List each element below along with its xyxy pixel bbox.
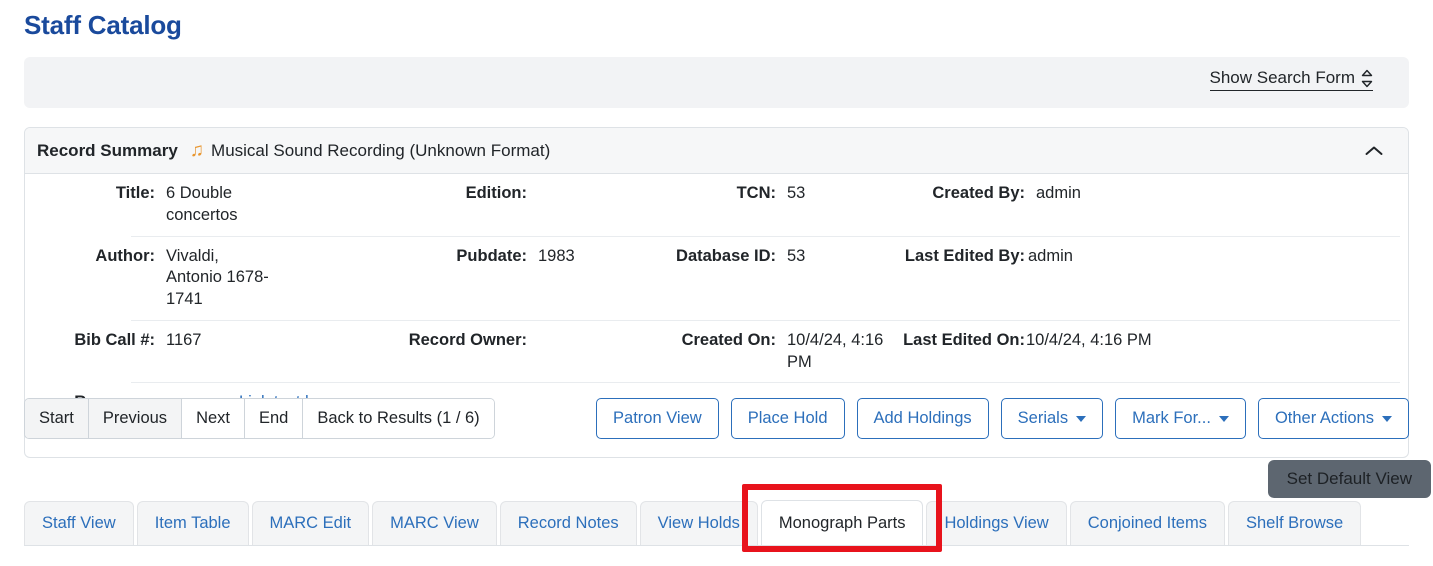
chevron-down-icon bbox=[1076, 415, 1087, 422]
patron-view-button[interactable]: Patron View bbox=[596, 398, 719, 439]
field-key-created-on: Created On: bbox=[681, 330, 776, 349]
set-default-view-tooltip: Set Default View bbox=[1267, 460, 1431, 498]
tab-conjoined-items[interactable]: Conjoined Items bbox=[1069, 501, 1225, 545]
previous-button[interactable]: Previous bbox=[88, 399, 183, 438]
field-key-database-id: Database ID: bbox=[676, 246, 776, 265]
tab-holdings-view[interactable]: Holdings View bbox=[926, 501, 1067, 545]
field-value-created-on: 10/4/24, 4:16 PM bbox=[787, 330, 884, 371]
record-toolbar: Start Previous Next End Back to Results … bbox=[24, 398, 1409, 442]
end-button[interactable]: End bbox=[245, 399, 304, 438]
field-value-record-owner bbox=[527, 321, 656, 339]
page-title: Staff Catalog bbox=[24, 10, 182, 40]
record-tab-bar: Staff View Item Table MARC Edit MARC Vie… bbox=[24, 500, 1409, 546]
field-value-author: Vivaldi, Antonio 1678-1741 bbox=[166, 246, 269, 309]
mark-for-label: Mark For... bbox=[1132, 409, 1211, 427]
field-value-edition bbox=[527, 174, 656, 192]
record-actions-group: Patron View Place Hold Add Holdings Seri… bbox=[596, 398, 1409, 439]
other-actions-dropdown-button[interactable]: Other Actions bbox=[1257, 398, 1409, 439]
record-summary-header: Record Summary ♫ Musical Sound Recording… bbox=[25, 128, 1408, 174]
place-hold-label: Place Hold bbox=[747, 409, 828, 427]
field-key-author: Author: bbox=[95, 246, 155, 265]
field-key-record-owner: Record Owner: bbox=[408, 330, 527, 349]
patron-view-label: Patron View bbox=[613, 409, 702, 427]
field-key-last-edited-by: Last Edited By: bbox=[904, 246, 1025, 265]
start-button[interactable]: Start bbox=[25, 399, 89, 438]
search-form-bar: Show Search Form bbox=[24, 57, 1409, 108]
tab-shelf-browse[interactable]: Shelf Browse bbox=[1227, 501, 1362, 545]
field-value-last-edited-on: 10/4/24, 4:16 PM bbox=[1026, 330, 1152, 349]
field-value-database-id: 53 bbox=[787, 246, 806, 265]
field-key-last-edited-on: Last Edited On: bbox=[903, 330, 1025, 349]
tab-view-holds[interactable]: View Holds bbox=[639, 501, 758, 545]
field-value-created-by[interactable]: admin bbox=[1025, 174, 1153, 214]
other-actions-label: Other Actions bbox=[1274, 409, 1374, 427]
mark-for-dropdown-button[interactable]: Mark For... bbox=[1115, 398, 1246, 439]
field-value-last-edited-by[interactable]: admin bbox=[1025, 237, 1153, 277]
chevron-up-icon[interactable] bbox=[1362, 139, 1386, 163]
back-to-results-button[interactable]: Back to Results (1 / 6) bbox=[303, 399, 494, 438]
row-divider bbox=[131, 382, 1400, 384]
chevron-down-icon bbox=[1218, 415, 1229, 422]
tab-monograph-parts[interactable]: Monograph Parts bbox=[760, 500, 924, 545]
field-value-pubdate: 1983 bbox=[538, 246, 575, 265]
field-key-created-by: Created By: bbox=[932, 184, 1025, 202]
serials-dropdown-button[interactable]: Serials bbox=[1000, 398, 1104, 439]
show-search-form-toggle[interactable]: Show Search Form bbox=[1209, 68, 1373, 91]
staff-catalog-page: Staff Catalog Show Search Form Record Su… bbox=[0, 0, 1433, 566]
serials-label: Serials bbox=[1017, 409, 1069, 427]
record-navigation-group: Start Previous Next End Back to Results … bbox=[24, 398, 495, 439]
record-format-label: Musical Sound Recording (Unknown Format) bbox=[211, 140, 551, 160]
field-key-bib-call-number: Bib Call #: bbox=[74, 330, 155, 349]
updown-chevron-icon bbox=[1361, 69, 1373, 88]
add-holdings-label: Add Holdings bbox=[873, 409, 972, 427]
chevron-down-icon bbox=[1382, 415, 1392, 422]
field-value-bib-call-number: 1167 bbox=[166, 330, 202, 349]
grid-spacer bbox=[1153, 237, 1408, 255]
tab-marc-edit[interactable]: MARC Edit bbox=[251, 501, 370, 545]
grid-spacer bbox=[1153, 321, 1408, 339]
tab-item-table[interactable]: Item Table bbox=[136, 501, 249, 545]
tab-marc-view[interactable]: MARC View bbox=[372, 501, 497, 545]
show-search-form-label: Show Search Form bbox=[1209, 68, 1356, 87]
tab-record-notes[interactable]: Record Notes bbox=[499, 501, 637, 545]
next-button[interactable]: Next bbox=[182, 399, 245, 438]
add-holdings-button[interactable]: Add Holdings bbox=[856, 398, 989, 439]
record-summary-grid: Title: 6 Double concertos Edition: TCN: … bbox=[25, 174, 1408, 384]
tab-staff-view[interactable]: Staff View bbox=[24, 501, 134, 545]
field-key-title: Title: bbox=[115, 184, 155, 202]
field-key-pubdate: Pubdate: bbox=[456, 246, 527, 265]
field-key-tcn: TCN: bbox=[736, 184, 776, 202]
place-hold-button[interactable]: Place Hold bbox=[730, 398, 845, 439]
record-summary-label: Record Summary bbox=[37, 140, 178, 160]
field-value-title[interactable]: 6 Double concertos bbox=[155, 174, 277, 236]
field-key-edition: Edition: bbox=[465, 184, 527, 202]
music-note-icon: ♫ bbox=[189, 140, 205, 161]
grid-spacer bbox=[1153, 174, 1408, 192]
field-value-tcn: 53 bbox=[787, 184, 806, 202]
